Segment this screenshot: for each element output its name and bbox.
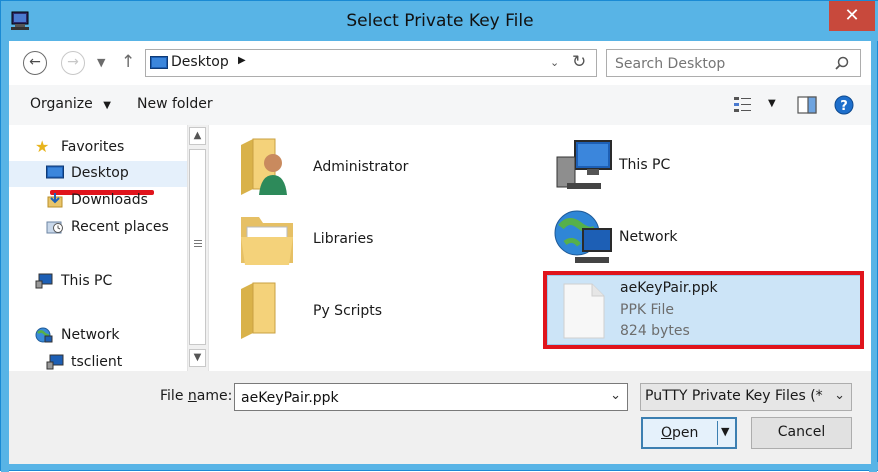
file-name-label: File name: <box>160 388 233 404</box>
address-text: Desktop <box>171 54 229 70</box>
open-options-dropdown-icon[interactable]: ▼ <box>721 425 729 438</box>
file-item-network[interactable]: Network <box>547 207 847 269</box>
view-options-icon[interactable] <box>733 96 753 114</box>
preview-pane-icon[interactable] <box>797 95 817 115</box>
nav-item-label: Favorites <box>61 139 125 155</box>
desktop-icon <box>150 56 168 69</box>
window-border-left <box>1 41 9 472</box>
forward-button[interactable]: → <box>61 51 85 75</box>
file-item-py-scripts[interactable]: Py Scripts <box>229 279 529 341</box>
cancel-label: Cancel <box>777 424 826 440</box>
file-item-libraries[interactable]: Libraries <box>229 207 529 269</box>
chevron-down-icon[interactable]: ⌄ <box>610 388 621 403</box>
nav-item-downloads[interactable]: Downloads <box>9 188 187 214</box>
refresh-icon[interactable]: ↻ <box>572 52 586 72</box>
file-name: Network <box>619 229 678 245</box>
nav-item-label: Downloads <box>71 192 148 208</box>
annotation-red-box <box>543 271 864 349</box>
file-name: Libraries <box>313 231 374 247</box>
file-type-filter-select[interactable]: PuTTY Private Key Files (*.ppk) ⌄ <box>640 383 852 411</box>
svg-text:?: ? <box>840 99 848 114</box>
nav-item-this-pc[interactable]: This PC <box>9 269 187 295</box>
title-bar: Select Private Key File ✕ <box>1 1 878 41</box>
address-bar[interactable]: Desktop ▶ ⌄ ↻ <box>145 49 597 77</box>
file-name-input[interactable] <box>239 387 603 409</box>
star-icon: ★ <box>35 137 50 156</box>
nav-item-favorites[interactable]: ★ Favorites <box>9 135 187 161</box>
computer-icon <box>35 273 53 289</box>
open-button-label[interactable]: Open <box>661 425 698 441</box>
scroll-up-button[interactable]: ▲ <box>189 127 206 145</box>
recent-places-icon <box>46 221 63 234</box>
recent-locations-dropdown[interactable]: ▼ <box>97 56 105 69</box>
cancel-button[interactable]: Cancel <box>751 417 852 449</box>
back-button[interactable]: ← <box>23 51 47 75</box>
help-icon[interactable]: ? <box>834 95 854 115</box>
navigation-bar: ← → ▼ ↑ Desktop ▶ ⌄ ↻ <box>9 41 871 85</box>
view-dropdown-icon[interactable]: ▼ <box>768 98 776 109</box>
up-button[interactable]: ↑ <box>121 52 135 72</box>
file-item-this-pc[interactable]: This PC <box>547 135 847 197</box>
file-name-combobox[interactable]: ⌄ <box>234 383 628 411</box>
file-name: This PC <box>619 157 671 173</box>
close-button[interactable]: ✕ <box>829 1 875 31</box>
user-folder-icon <box>241 138 287 195</box>
nav-item-desktop[interactable]: Desktop <box>9 161 187 187</box>
nav-item-label: Recent places <box>71 219 169 235</box>
chevron-down-icon[interactable]: ⌄ <box>834 388 845 403</box>
search-box[interactable] <box>606 49 861 77</box>
scroll-down-button[interactable]: ▼ <box>189 349 206 367</box>
file-list: Administrator Libraries Py Scripts This … <box>209 125 871 371</box>
libraries-folder-icon <box>241 217 293 265</box>
file-item-administrator[interactable]: Administrator <box>229 135 529 197</box>
desktop-icon <box>46 165 64 179</box>
navigation-pane: ★ Favorites Desktop Downloads Recent pla… <box>9 125 209 371</box>
nav-item-label: Desktop <box>71 165 129 181</box>
nav-item-tsclient[interactable]: tsclient <box>9 350 187 371</box>
file-name: Administrator <box>313 159 409 175</box>
search-icon[interactable] <box>835 56 849 70</box>
new-folder-button[interactable]: New folder <box>137 96 213 112</box>
folder-icon <box>241 282 276 339</box>
file-name: Py Scripts <box>313 303 383 319</box>
command-toolbar: Organize ▼ New folder ▼ ? <box>9 85 871 126</box>
network-globe-icon <box>554 210 612 263</box>
tsclient-icon <box>46 354 64 370</box>
window-title: Select Private Key File <box>346 11 534 31</box>
nav-item-label: This PC <box>61 273 113 289</box>
search-input[interactable] <box>613 53 827 75</box>
open-split-button[interactable]: Open ▼ <box>641 417 737 449</box>
nav-item-label: Network <box>61 327 120 343</box>
breadcrumb-chevron-icon[interactable]: ▶ <box>238 55 246 66</box>
organize-button[interactable]: Organize ▼ <box>30 96 111 112</box>
address-history-dropdown-icon[interactable]: ⌄ <box>550 56 559 69</box>
network-icon <box>35 327 53 343</box>
nav-pane-scrollbar[interactable]: ▲ ▼ <box>187 125 208 371</box>
nav-item-network[interactable]: Network <box>9 323 187 349</box>
split-divider <box>717 421 718 445</box>
downloads-icon <box>47 193 63 208</box>
dialog-window: Select Private Key File ✕ ← → ▼ ↑ Deskto… <box>0 0 878 472</box>
organize-label: Organize <box>30 96 93 112</box>
scroll-thumb[interactable] <box>189 149 206 345</box>
nav-item-label: tsclient <box>71 354 123 370</box>
file-type-filter-value: PuTTY Private Key Files (*.ppk) <box>645 388 823 404</box>
nav-item-recent-places[interactable]: Recent places <box>9 215 187 241</box>
chevron-down-icon: ▼ <box>103 100 111 111</box>
computer-icon <box>556 140 612 189</box>
dialog-footer: File name: ⌄ PuTTY Private Key Files (*.… <box>9 371 871 464</box>
